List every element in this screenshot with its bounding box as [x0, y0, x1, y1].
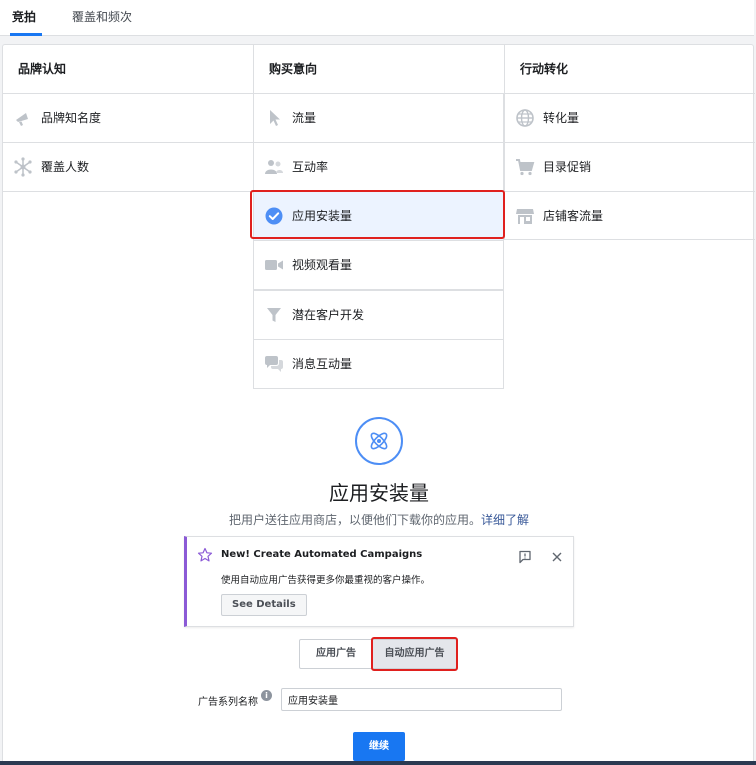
- objective-label: 目录促销: [543, 160, 592, 174]
- objective-lead-generation[interactable]: 潜在客户开发: [253, 290, 504, 339]
- notice-body: 使用自动应用广告获得更多你最重视的客户操作。: [221, 575, 431, 586]
- objective-catalog-sales[interactable]: 目录促销: [504, 142, 755, 191]
- campaign-name-label: 广告系列名称: [198, 697, 258, 708]
- funnel-icon: [264, 305, 284, 325]
- tab-reach-frequency[interactable]: 覆盖和频次: [72, 0, 132, 36]
- shopping-cart-icon: [515, 157, 535, 177]
- objective-description: 把用户送往应用商店，以便他们下载你的应用。详细了解: [3, 511, 755, 528]
- chat-bubbles-icon: [264, 354, 284, 374]
- cursor-icon: [264, 108, 284, 128]
- objective-description-text: 把用户送往应用商店，以便他们下载你的应用。: [228, 513, 481, 527]
- column-header-awareness: 品牌认知: [18, 62, 67, 76]
- objective-app-installs[interactable]: 应用安装量: [253, 191, 504, 240]
- feedback-flag-icon[interactable]: [518, 549, 532, 564]
- close-icon[interactable]: [550, 549, 564, 563]
- column-header-consideration: 购买意向: [253, 45, 504, 93]
- objective-video-views[interactable]: 视频观看量: [253, 240, 504, 290]
- objective-title: 应用安装量: [329, 481, 429, 505]
- objective-messages[interactable]: 消息互动量: [253, 339, 504, 389]
- learn-more-link[interactable]: 详细了解: [481, 513, 529, 527]
- see-details-button[interactable]: See Details: [221, 594, 307, 616]
- objective-traffic[interactable]: 流量: [253, 93, 504, 142]
- network-icon: [13, 157, 33, 177]
- objective-label: 流量: [292, 111, 317, 125]
- objective-label: 消息互动量: [292, 357, 353, 371]
- campaign-name-input[interactable]: [281, 688, 562, 711]
- objective-panel: 品牌认知 购买意向 行动转化 品牌知名度 覆盖人数 流量 互动率 应用安装量 视…: [2, 44, 755, 765]
- megaphone-icon: [13, 108, 33, 128]
- storefront-icon: [515, 206, 535, 226]
- window-bottom-edge: [0, 761, 756, 765]
- people-icon: [264, 157, 284, 177]
- continue-button[interactable]: 继续: [353, 732, 405, 761]
- objective-label: 潜在客户开发: [292, 308, 365, 322]
- objective-label: 应用安装量: [292, 209, 353, 223]
- automated-app-ads-option[interactable]: 自动应用广告: [373, 639, 457, 669]
- notice-title: New! Create Automated Campaigns: [221, 549, 423, 560]
- globe-icon: [515, 108, 535, 128]
- column-header-conversion: 行动转化: [504, 45, 755, 93]
- video-camera-icon: [264, 255, 284, 275]
- objective-label: 互动率: [292, 160, 329, 174]
- objective-engagement[interactable]: 互动率: [253, 142, 504, 191]
- app-ads-option[interactable]: 应用广告: [299, 639, 373, 669]
- objective-label: 转化量: [543, 111, 580, 125]
- info-icon[interactable]: i: [261, 690, 272, 701]
- objective-tabbar: 竞拍 覆盖和频次: [0, 0, 754, 36]
- objective-label: 品牌知名度: [41, 111, 102, 125]
- atom-icon: [355, 417, 403, 465]
- objective-store-traffic[interactable]: 店铺客流量: [504, 191, 755, 240]
- objective-label: 视频观看量: [292, 258, 353, 272]
- objective-reach[interactable]: 覆盖人数: [3, 142, 253, 192]
- objective-conversions[interactable]: 转化量: [504, 93, 755, 142]
- star-icon: [197, 547, 213, 563]
- objective-brand-awareness[interactable]: 品牌知名度: [3, 93, 253, 142]
- automated-campaigns-notice: New! Create Automated Campaigns 使用自动应用广告…: [184, 536, 574, 627]
- objective-label: 店铺客流量: [543, 209, 604, 223]
- checkmark-circle-icon: [264, 206, 284, 226]
- objective-label: 覆盖人数: [41, 160, 90, 174]
- tab-auction[interactable]: 竞拍: [9, 0, 43, 36]
